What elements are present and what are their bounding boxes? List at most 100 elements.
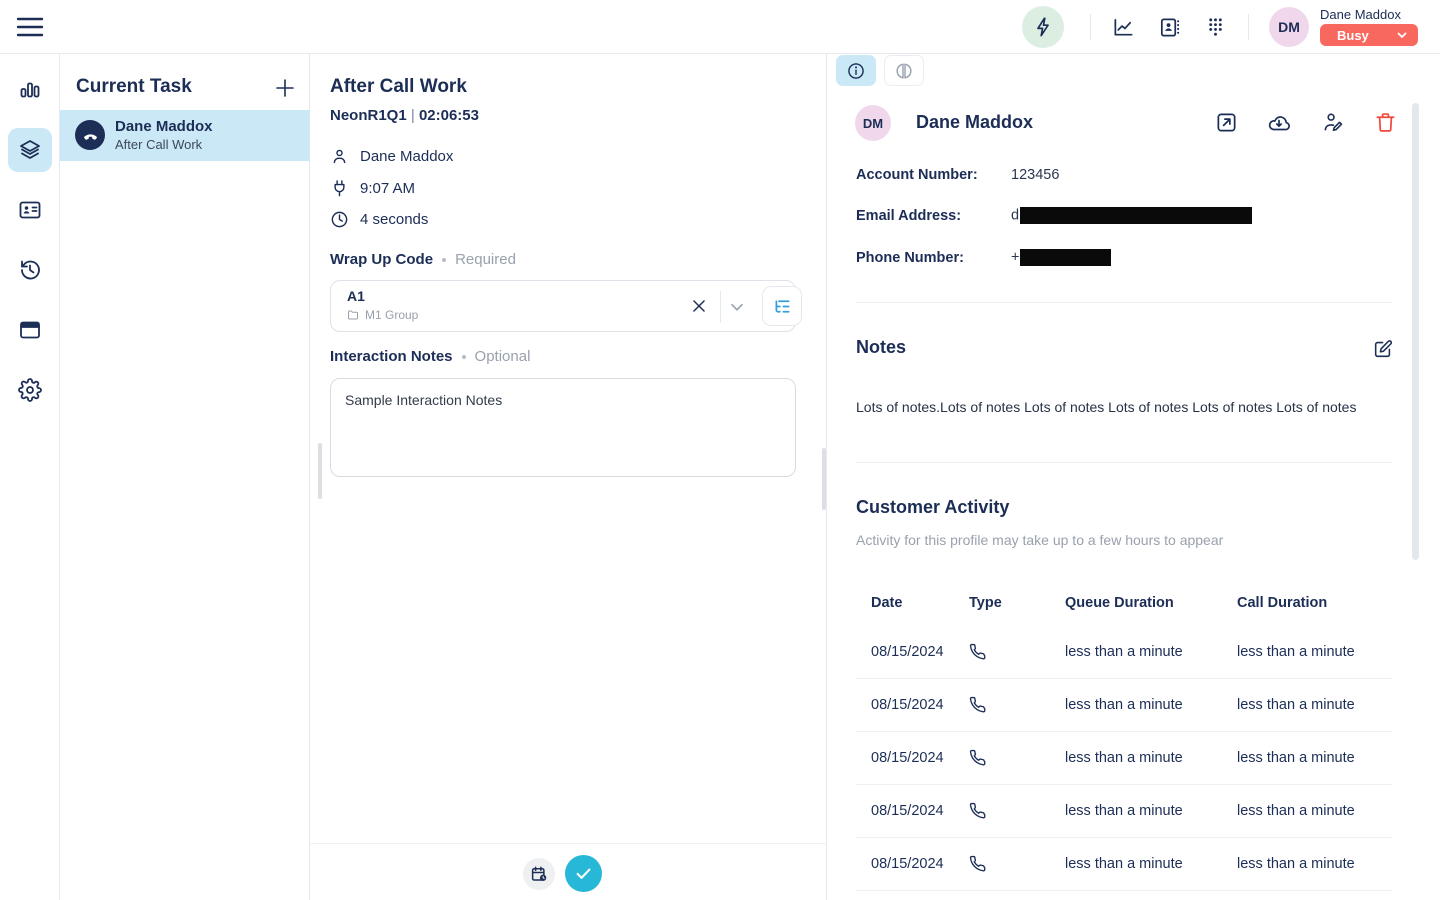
field-label: Phone Number:	[856, 250, 964, 266]
download-profile-button[interactable]	[1267, 111, 1290, 134]
column-header-call-duration: Call Duration	[1237, 595, 1327, 611]
call-ended-icon	[75, 120, 105, 150]
current-task-title: Current Task	[76, 76, 192, 98]
phone-call-icon	[969, 855, 1065, 873]
section-divider	[856, 462, 1392, 463]
task-detail-panel: After Call Work NeonR1Q1 | 02:06:53 Dane…	[310, 54, 827, 900]
wrap-up-label: Wrap Up Code	[330, 251, 433, 268]
customer-activity-subtitle: Activity for this profile may take up to…	[856, 532, 1223, 548]
left-nav-rail	[0, 54, 60, 900]
app-window: DM Dane Maddox Busy	[0, 0, 1440, 900]
reports-button[interactable]	[1112, 16, 1135, 39]
chevron-down-icon[interactable]	[726, 296, 748, 318]
nav-item-contacts[interactable]	[8, 188, 52, 232]
queue-duration: less than a minute	[1065, 856, 1237, 872]
column-header-date: Date	[856, 595, 969, 611]
queue-duration: less than a minute	[1065, 750, 1237, 766]
tab-insights[interactable]	[884, 55, 924, 86]
email-address-value: d	[1011, 207, 1252, 224]
activity-table-row[interactable]: 08/15/2024 less than a minute less than …	[856, 679, 1392, 732]
customer-activity-title: Customer Activity	[856, 497, 1009, 518]
nav-item-dashboard[interactable]	[8, 68, 52, 112]
person-icon	[330, 147, 349, 166]
wrap-up-group-row: M1 Group	[347, 308, 418, 322]
phone-call-icon	[969, 749, 1065, 767]
nav-item-tasks[interactable]	[8, 128, 52, 172]
account-number-value: 123456	[1011, 167, 1059, 183]
add-task-button[interactable]	[274, 77, 296, 99]
quick-actions-button[interactable]	[1022, 6, 1064, 48]
section-divider	[856, 302, 1392, 303]
bullet-dot	[442, 258, 446, 262]
edit-notes-button[interactable]	[1372, 338, 1394, 360]
layers-icon	[18, 138, 42, 162]
phone-visible-prefix: +	[1011, 249, 1019, 265]
topbar-divider	[1248, 14, 1249, 40]
wrap-up-label-row: Wrap Up Code Required	[330, 251, 516, 268]
footer-divider	[310, 843, 827, 844]
dialpad-button[interactable]	[1204, 16, 1227, 39]
clear-selection-icon[interactable]	[688, 295, 710, 317]
activity-table-row[interactable]: 08/15/2024 less than a minute less than …	[856, 785, 1392, 838]
customer-profile-panel: DM Dane Maddox Account Number: 123456 Em…	[828, 54, 1440, 900]
activity-table-row[interactable]: 08/15/2024 less than a minute less than …	[856, 626, 1392, 679]
task-list-item[interactable]: Dane Maddox After Call Work	[60, 110, 310, 161]
contacts-button[interactable]	[1158, 16, 1181, 39]
hamburger-menu-icon[interactable]	[16, 16, 44, 38]
cloud-download-icon	[1267, 111, 1290, 135]
column-header-type: Type	[969, 595, 1065, 611]
phone-number-value: +	[1011, 249, 1111, 266]
right-panel-scrollbar[interactable]	[1412, 103, 1419, 560]
phone-call-icon	[969, 802, 1065, 820]
task-detail-title: After Call Work	[330, 76, 467, 98]
nav-item-browser[interactable]	[8, 308, 52, 352]
field-label: Email Address:	[856, 208, 961, 224]
delete-contact-button[interactable]	[1374, 111, 1397, 134]
wrap-up-requirement: Required	[455, 251, 516, 268]
call-duration: less than a minute	[1237, 750, 1355, 766]
scrollbar-thumb[interactable]	[822, 448, 826, 510]
user-edit-icon	[1322, 111, 1345, 134]
activity-table-row[interactable]: 08/15/2024 less than a minute less than …	[856, 838, 1392, 891]
activity-table-row[interactable]: 08/15/2024 less than a minute less than …	[856, 732, 1392, 785]
interaction-notes-input[interactable]: Sample Interaction Notes	[330, 378, 796, 477]
phone-call-icon	[969, 696, 1065, 714]
contact-card-icon	[18, 198, 42, 222]
edit-contact-button[interactable]	[1322, 111, 1345, 134]
status-dropdown[interactable]: Busy	[1320, 24, 1418, 46]
tree-list-icon	[772, 296, 793, 317]
select-divider	[720, 291, 721, 323]
plug-icon	[330, 179, 349, 198]
nav-item-history[interactable]	[8, 248, 52, 292]
field-label: Account Number:	[856, 167, 978, 183]
trash-icon	[1374, 111, 1397, 134]
contact-row: Dane Maddox	[330, 147, 453, 166]
call-duration: less than a minute	[1237, 644, 1355, 660]
complete-task-button[interactable]	[565, 855, 602, 892]
column-header-queue-duration: Queue Duration	[1065, 595, 1237, 611]
redaction-bar	[1020, 207, 1252, 224]
tab-profile-info[interactable]	[836, 55, 876, 86]
activity-table-body: 08/15/2024 less than a minute less than …	[856, 626, 1392, 891]
interaction-notes-label-row: Interaction Notes Optional	[330, 348, 530, 365]
scrollbar-thumb[interactable]	[318, 443, 322, 499]
call-duration: less than a minute	[1237, 856, 1355, 872]
nav-item-settings[interactable]	[8, 368, 52, 412]
notes-text: Lots of notes.Lots of notes Lots of note…	[856, 397, 1386, 417]
queue-and-timer: NeonR1Q1 | 02:06:53	[330, 107, 479, 124]
activity-table: Date Type Queue Duration Call Duration 0…	[856, 579, 1392, 891]
line-chart-icon	[1112, 16, 1135, 39]
queue-duration: less than a minute	[1065, 803, 1237, 819]
open-profile-button[interactable]	[1215, 111, 1238, 134]
wrap-up-code-select[interactable]: A1 M1 Group	[330, 280, 796, 332]
history-icon	[18, 258, 42, 282]
gear-icon	[18, 378, 42, 402]
start-time-row: 9:07 AM	[330, 179, 415, 198]
task-duration: 4 seconds	[360, 211, 428, 228]
address-book-icon	[1158, 16, 1181, 39]
activity-table-header: Date Type Queue Duration Call Duration	[856, 579, 1392, 626]
schedule-callback-button[interactable]	[523, 858, 555, 890]
chevron-down-icon	[1396, 29, 1408, 41]
browse-code-tree-button[interactable]	[762, 286, 802, 326]
user-avatar[interactable]: DM	[1269, 7, 1309, 47]
